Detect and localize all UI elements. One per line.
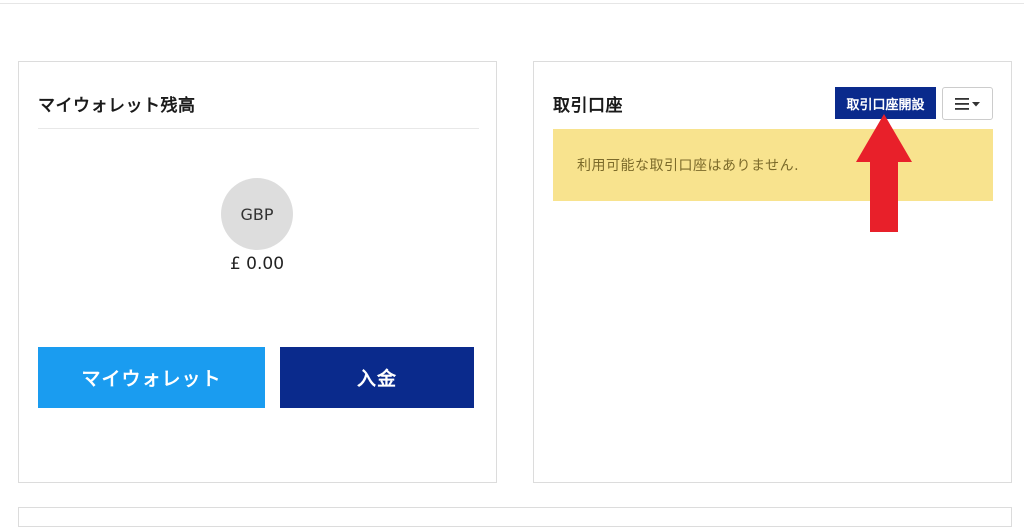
top-divider xyxy=(0,3,1024,4)
currency-code: GBP xyxy=(240,204,274,224)
open-account-button-label: 取引口座開設 xyxy=(846,97,925,113)
wallet-panel-divider xyxy=(38,128,479,129)
accounts-panel-title: 取引口座 xyxy=(553,96,623,116)
my-wallet-button[interactable]: マイウォレット xyxy=(38,347,265,408)
my-wallet-button-label: マイウォレット xyxy=(81,368,222,390)
wallet-balance-amount: £ 0.00 xyxy=(229,254,285,274)
no-accounts-message: 利用可能な取引口座はありません. xyxy=(577,158,800,174)
red-arrow-annotation-icon xyxy=(856,114,912,232)
no-accounts-alert: 利用可能な取引口座はありません. xyxy=(553,129,993,201)
wallet-balance-panel: マイウォレット残高 GBP £ 0.00 マイウォレット 入金 xyxy=(18,61,497,483)
currency-badge: GBP xyxy=(221,178,293,250)
menu-dropdown-button[interactable] xyxy=(942,87,993,120)
deposit-button-label: 入金 xyxy=(356,368,397,390)
bottom-panel xyxy=(18,507,1012,527)
hamburger-caret-icon xyxy=(954,97,980,110)
trading-accounts-panel: 取引口座 取引口座開設 利用可能な取引口座はありません. xyxy=(533,61,1012,483)
deposit-button[interactable]: 入金 xyxy=(280,347,474,408)
wallet-panel-title: マイウォレット残高 xyxy=(38,96,196,116)
